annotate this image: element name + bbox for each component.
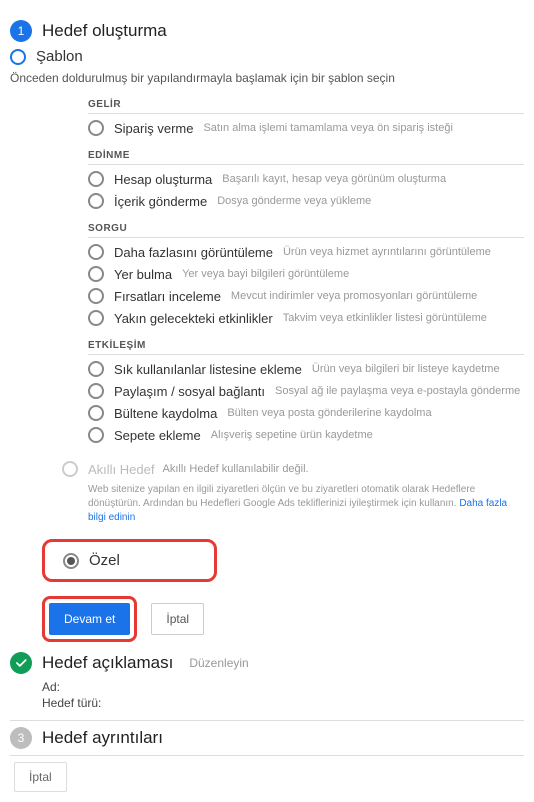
option-hint: Ürün veya hizmet ayrıntılarını görüntüle… bbox=[283, 246, 491, 258]
divider bbox=[10, 755, 524, 756]
goal-option-order[interactable]: Sipariş verme Satın alma işlemi tamamlam… bbox=[88, 120, 524, 136]
smart-goal-description: Web sitenize yapılan en ilgili ziyaretle… bbox=[88, 483, 524, 525]
step-details: 3 Hedef ayrıntıları bbox=[10, 727, 524, 749]
group-header-revenue: GELİR bbox=[88, 99, 524, 114]
option-label: Sepete ekleme bbox=[114, 428, 201, 443]
cancel-button[interactable]: İptal bbox=[151, 603, 204, 635]
step-create: 1 Hedef oluşturma bbox=[10, 20, 524, 42]
goal-option-share[interactable]: Paylaşım / sosyal bağlantı Sosyal ağ ile… bbox=[88, 383, 524, 399]
template-radio-row[interactable]: Şablon bbox=[10, 48, 524, 65]
goal-option-location[interactable]: Yer bulma Yer veya bayi bilgileri görünt… bbox=[88, 266, 524, 282]
smart-goal-desc-text: Web sitenize yapılan en ilgili ziyaretle… bbox=[88, 484, 475, 509]
group-header-engagement: ETKİLEŞİM bbox=[88, 340, 524, 355]
step-create-title: Hedef oluşturma bbox=[42, 20, 167, 41]
radio-icon-disabled bbox=[62, 461, 78, 477]
step-number-badge: 1 bbox=[10, 20, 32, 42]
option-label: Fırsatları inceleme bbox=[114, 289, 221, 304]
custom-radio-row[interactable]: Özel bbox=[63, 552, 196, 569]
goal-option-cart[interactable]: Sepete ekleme Alışveriş sepetine ürün ka… bbox=[88, 427, 524, 443]
smart-goal-hint: Akıllı Hedef kullanılabilir değil. bbox=[162, 463, 308, 475]
option-hint: Mevcut indirimler veya promosyonları gör… bbox=[231, 290, 477, 302]
footer-cancel-button[interactable]: İptal bbox=[14, 762, 67, 792]
option-label: Paylaşım / sosyal bağlantı bbox=[114, 384, 265, 399]
goal-option-content[interactable]: İçerik gönderme Dosya gönderme veya yükl… bbox=[88, 193, 524, 209]
continue-button-highlight: Devam et bbox=[42, 596, 137, 642]
group-header-inquiry: SORGU bbox=[88, 223, 524, 238]
radio-icon bbox=[88, 244, 104, 260]
goal-option-deals[interactable]: Fırsatları inceleme Mevcut indirimler ve… bbox=[88, 288, 524, 304]
option-hint: Takvim veya etkinlikler listesi görüntül… bbox=[283, 312, 487, 324]
goal-name-label: Ad: bbox=[42, 680, 524, 694]
radio-icon bbox=[88, 361, 104, 377]
option-hint: Ürün veya bilgileri bir listeye kaydetme bbox=[312, 363, 500, 375]
step-number-badge: 3 bbox=[10, 727, 32, 749]
option-label: Daha fazlasını görüntüleme bbox=[114, 245, 273, 260]
radio-icon bbox=[88, 310, 104, 326]
smart-goal-block: Akıllı Hedef Akıllı Hedef kullanılabilir… bbox=[62, 461, 524, 525]
option-hint: Satın alma işlemi tamamlama veya ön sipa… bbox=[203, 122, 452, 134]
radio-icon bbox=[88, 427, 104, 443]
goal-option-newsletter[interactable]: Bültene kaydolma Bülten veya posta gönde… bbox=[88, 405, 524, 421]
option-label: İçerik gönderme bbox=[114, 194, 207, 209]
template-description: Önceden doldurulmuş bir yapılandırmayla … bbox=[10, 71, 524, 85]
option-hint: Yer veya bayi bilgileri görüntüleme bbox=[182, 268, 349, 280]
divider bbox=[10, 720, 524, 721]
option-hint: Başarılı kayıt, hesap veya görünüm oluşt… bbox=[222, 173, 446, 185]
option-hint: Bülten veya posta gönderilerine kaydolma bbox=[227, 407, 431, 419]
radio-icon bbox=[88, 405, 104, 421]
template-radio-label: Şablon bbox=[36, 48, 83, 65]
option-hint: Alışveriş sepetine ürün kaydetme bbox=[211, 429, 373, 441]
goal-type-label: Hedef türü: bbox=[42, 696, 524, 710]
radio-icon bbox=[88, 383, 104, 399]
option-label: Sipariş verme bbox=[114, 121, 193, 136]
radio-icon bbox=[88, 171, 104, 187]
option-label: Yakın gelecekteki etkinlikler bbox=[114, 311, 273, 326]
smart-goal-label: Akıllı Hedef bbox=[88, 462, 154, 477]
step-describe-title: Hedef açıklaması bbox=[42, 652, 173, 673]
option-label: Bültene kaydolma bbox=[114, 406, 217, 421]
radio-icon bbox=[10, 49, 26, 65]
step-describe-edit[interactable]: Düzenleyin bbox=[189, 652, 248, 670]
goal-option-more[interactable]: Daha fazlasını görüntüleme Ürün veya hiz… bbox=[88, 244, 524, 260]
radio-icon-selected bbox=[63, 553, 79, 569]
goal-option-account[interactable]: Hesap oluşturma Başarılı kayıt, hesap ve… bbox=[88, 171, 524, 187]
continue-button[interactable]: Devam et bbox=[49, 603, 130, 635]
radio-icon bbox=[88, 266, 104, 282]
step-details-title: Hedef ayrıntıları bbox=[42, 727, 163, 748]
checkmark-icon bbox=[10, 652, 32, 674]
goal-option-favorites[interactable]: Sık kullanılanlar listesine ekleme Ürün … bbox=[88, 361, 524, 377]
radio-icon bbox=[88, 193, 104, 209]
goal-option-events[interactable]: Yakın gelecekteki etkinlikler Takvim vey… bbox=[88, 310, 524, 326]
radio-icon bbox=[88, 288, 104, 304]
option-hint: Sosyal ağ ile paylaşma veya e-postayla g… bbox=[275, 385, 520, 397]
custom-radio-highlight: Özel bbox=[42, 539, 217, 582]
option-label: Yer bulma bbox=[114, 267, 172, 282]
option-label: Sık kullanılanlar listesine ekleme bbox=[114, 362, 302, 377]
group-header-acquisition: EDİNME bbox=[88, 150, 524, 165]
radio-icon bbox=[88, 120, 104, 136]
option-hint: Dosya gönderme veya yükleme bbox=[217, 195, 371, 207]
custom-radio-label: Özel bbox=[89, 552, 120, 569]
option-label: Hesap oluşturma bbox=[114, 172, 212, 187]
